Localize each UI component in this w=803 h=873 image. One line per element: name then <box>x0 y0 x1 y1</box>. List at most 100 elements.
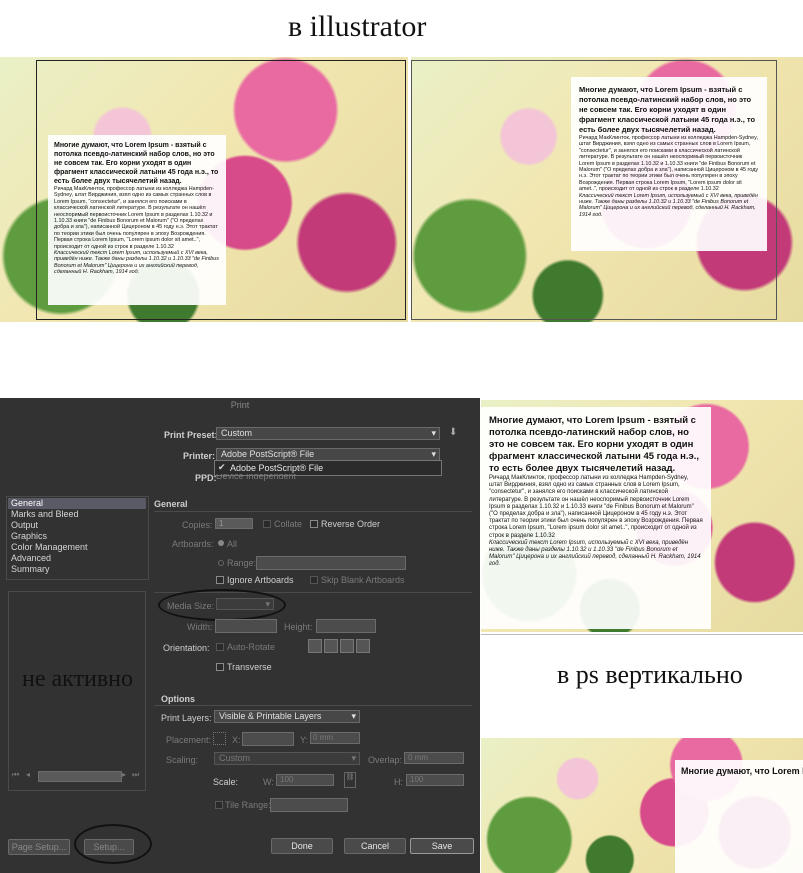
w-field[interactable]: 100 <box>276 774 334 786</box>
overlap-field[interactable]: 0 mm <box>404 752 464 764</box>
cancel-button[interactable]: Cancel <box>344 838 406 854</box>
landscape-icon[interactable] <box>324 639 338 653</box>
prev-page-icon[interactable]: ◂ <box>26 770 30 779</box>
caption-illustrator: в illustrator <box>288 10 427 43</box>
print-preset-label: Print Preset: <box>164 430 218 440</box>
text-panel-ps: Многие думают, что Lorem Ipsum - взятый … <box>481 407 711 629</box>
last-page-icon[interactable]: ⏭ <box>132 770 139 780</box>
auto-rotate-checkbox[interactable] <box>216 643 224 651</box>
rose-image-right: Многие думают, что Lorem Ipsum - взятый … <box>411 57 803 322</box>
save-button[interactable]: Save <box>410 838 474 854</box>
tile-range-checkbox[interactable] <box>215 801 223 809</box>
scaling-dropdown[interactable]: Custom ▾ <box>214 752 360 765</box>
save-label: Save <box>431 841 453 851</box>
transverse-label: Transverse <box>227 662 272 672</box>
copies-field[interactable]: 1 <box>215 518 253 529</box>
page-setup-button[interactable]: Page Setup... <box>8 839 70 855</box>
page-setup-label: Page Setup... <box>11 842 67 852</box>
landscape-flipped-icon[interactable] <box>356 639 370 653</box>
panel-heading: Многие думают, что Lorem Ipsum - взятый … <box>681 766 803 776</box>
media-size-annotation <box>158 589 286 621</box>
panel-body: Ричард МакКлинток, профессор латыни из к… <box>489 475 703 539</box>
print-layers-dropdown[interactable]: Visible & Printable Layers ▾ <box>214 710 360 723</box>
print-layers-value: Visible & Printable Layers <box>219 711 322 721</box>
page-field[interactable] <box>38 771 122 782</box>
x-label: X: <box>232 735 241 745</box>
portrait-icon[interactable] <box>308 639 322 653</box>
text-panel-ps-vertical: Многие думают, что Lorem Ipsum - взятый … <box>675 760 803 873</box>
panel-italic: Классический текст Lorem Ipsum, использу… <box>54 250 219 276</box>
x-field[interactable] <box>242 732 294 746</box>
general-section-title: General <box>154 499 188 509</box>
y-field[interactable]: 0 mm <box>310 732 360 744</box>
save-preset-icon[interactable]: ⬇ <box>449 427 460 438</box>
scale-label: Scale: <box>213 777 239 787</box>
tile-range-label: Tile Range: <box>225 800 271 810</box>
ignore-artboards-label: Ignore Artboards <box>227 575 294 585</box>
panel-heading: Многие думают, что Lorem Ipsum - взятый … <box>489 415 700 474</box>
y-label: Y: <box>300 735 309 745</box>
overlap-label: Overlap: <box>368 755 403 765</box>
auto-rotate-label: Auto-Rotate <box>227 642 276 652</box>
cancel-label: Cancel <box>360 841 389 851</box>
all-label: All <box>227 539 238 549</box>
w-label: W: <box>263 777 274 787</box>
skip-blank-label: Skip Blank Artboards <box>321 575 405 585</box>
printer-option[interactable]: Adobe PostScript® File <box>230 463 323 473</box>
text-panel-left: Многие думают, что Lorem Ipsum - взятый … <box>48 135 226 305</box>
reverse-order-label: Reverse Order <box>321 519 381 529</box>
dialog-title: Print <box>230 400 250 410</box>
panel-body: Ричард МакКлинток, профессор латыни из к… <box>54 186 218 250</box>
h-field[interactable]: 100 <box>406 774 464 786</box>
height-field[interactable] <box>316 619 376 633</box>
chevron-down-icon: ▾ <box>351 753 356 763</box>
ps-image-top: Многие думают, что Lorem Ipsum - взятый … <box>481 400 803 632</box>
options-section-title: Options <box>161 694 195 704</box>
orientation-label: Orientation: <box>163 643 210 653</box>
print-dialog: Print Print Preset: Custom ▾ ⬇ Printer: … <box>0 398 480 873</box>
print-preset-dropdown[interactable]: Custom ▾ <box>216 427 440 440</box>
preview-nav: ⏮ ◂ ▸ ⏭ <box>10 770 144 782</box>
chevron-down-icon: ▾ <box>431 428 436 438</box>
tile-range-field[interactable] <box>270 798 348 812</box>
artboards-label: Artboards: <box>172 539 214 549</box>
next-page-icon[interactable]: ▸ <box>122 770 126 779</box>
w-value: 100 <box>280 775 294 784</box>
printer-label: Printer: <box>183 451 216 461</box>
range-label: Range: <box>227 558 257 568</box>
panel-body: Ричард МакКлинток, профессор латыни из к… <box>579 135 759 193</box>
panel-italic: Классический текст Lorem Ipsum, использу… <box>489 539 701 568</box>
options-divider <box>154 705 472 706</box>
setup-annotation <box>74 824 152 864</box>
chevron-down-icon: ▾ <box>431 449 436 459</box>
chevron-down-icon: ▾ <box>351 711 356 721</box>
width-label: Width: <box>187 622 213 632</box>
first-page-icon[interactable]: ⏮ <box>12 770 19 780</box>
printer-value: Adobe PostScript® File <box>221 449 315 459</box>
range-field[interactable] <box>256 556 406 570</box>
collate-checkbox[interactable] <box>263 520 271 528</box>
range-radio[interactable] <box>218 560 224 566</box>
portrait-flipped-icon[interactable] <box>340 639 354 653</box>
skip-blank-checkbox[interactable] <box>310 576 318 584</box>
transverse-checkbox[interactable] <box>216 663 224 671</box>
nav-list-border <box>6 496 149 580</box>
done-button[interactable]: Done <box>271 838 333 854</box>
placement-label: Placement: <box>166 735 212 745</box>
scaling-label: Scaling: <box>166 755 199 765</box>
done-label: Done <box>291 841 313 851</box>
link-icon[interactable]: ⛓ <box>344 772 356 788</box>
width-field[interactable] <box>215 619 277 633</box>
reverse-order-checkbox[interactable] <box>310 520 318 528</box>
ignore-artboards-checkbox[interactable] <box>216 576 224 584</box>
rose-image-left: Многие думают, что Lorem Ipsum - взятый … <box>0 57 408 322</box>
height-label: Height: <box>284 622 313 632</box>
scaling-value: Custom <box>219 753 251 763</box>
print-layers-label: Print Layers: <box>161 713 212 723</box>
placement-grid-icon[interactable] <box>213 732 226 745</box>
collate-label: Collate <box>274 519 303 529</box>
orientation-icons <box>308 639 374 653</box>
h-label: H: <box>394 777 403 787</box>
all-radio[interactable] <box>218 540 224 546</box>
caption-ps-vertical: в ps вертикально <box>557 660 743 689</box>
